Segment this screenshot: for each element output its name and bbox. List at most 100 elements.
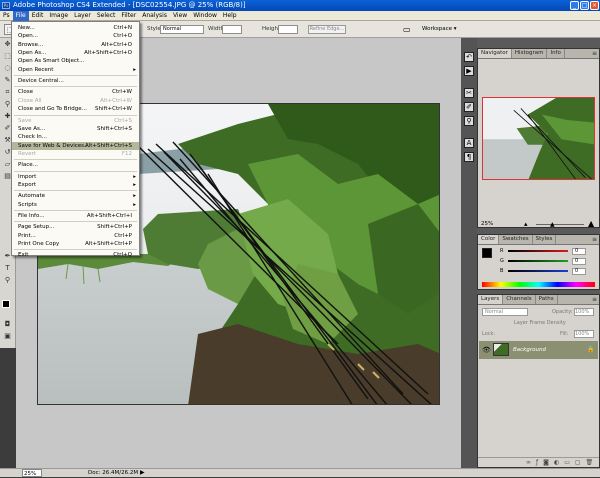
tab-histogram[interactable]: Histogram: [512, 49, 548, 58]
menu-item-print[interactable]: Print... Ctrl+P: [12, 232, 139, 240]
foreground-color-swatch[interactable]: [2, 300, 10, 308]
close-window-button[interactable]: ×: [590, 1, 599, 10]
quick-mask-icon[interactable]: ◘: [3, 320, 12, 329]
channel-g-value[interactable]: 0: [572, 258, 586, 265]
menu-item-close[interactable]: Close Ctrl+W: [12, 88, 139, 96]
zoom-in-icon[interactable]: ▲: [588, 219, 594, 228]
fill-field[interactable]: 100%: [574, 330, 594, 338]
panel-menu-icon[interactable]: ≡: [592, 50, 597, 58]
navigator-zoom-value[interactable]: 25%: [481, 221, 493, 227]
menu-item-automate[interactable]: Automate ▸: [12, 192, 139, 200]
menu-analysis[interactable]: Analysis: [139, 11, 170, 21]
history-panel-icon[interactable]: ↶: [464, 52, 474, 62]
menu-item-open-recent[interactable]: Open Recent ▸: [12, 66, 139, 74]
link-layers-icon[interactable]: ∞: [526, 459, 536, 466]
paragraph-panel-icon[interactable]: ¶: [464, 152, 474, 162]
menu-item-close-all[interactable]: Close All Alt+Ctrl+W: [12, 97, 139, 105]
zoom-tool-icon[interactable]: ⚲: [3, 276, 12, 285]
new-layer-icon[interactable]: ▢: [575, 459, 586, 466]
width-field[interactable]: [222, 25, 242, 34]
height-field[interactable]: [278, 25, 298, 34]
opacity-field[interactable]: 100%: [574, 308, 594, 316]
visibility-eye-icon[interactable]: 👁: [482, 346, 491, 354]
menu-item-page-setup[interactable]: Page Setup... Shift+Ctrl+P: [12, 223, 139, 231]
channel-r-value[interactable]: 0: [572, 248, 586, 255]
actions-panel-icon[interactable]: ▶: [464, 66, 474, 76]
channel-b-value[interactable]: 0: [572, 268, 586, 275]
menu-item-close-and-go-to-bridge[interactable]: Close and Go To Bridge... Shift+Ctrl+W: [12, 105, 139, 113]
menu-window[interactable]: Window: [190, 11, 220, 21]
menu-item-save-for-web-devices[interactable]: Save for Web & Devices... Alt+Shift+Ctrl+…: [12, 141, 139, 150]
status-zoom-field[interactable]: 25%: [22, 469, 42, 477]
menu-file[interactable]: File: [12, 11, 29, 21]
menu-item-export[interactable]: Export ▸: [12, 181, 139, 189]
channel-r-slider[interactable]: [508, 250, 568, 252]
menu-item-print-one-copy[interactable]: Print One Copy Alt+Shift+Ctrl+P: [12, 240, 139, 248]
menu-item-open-as[interactable]: Open As... Alt+Shift+Ctrl+O: [12, 49, 139, 57]
zoom-out-icon[interactable]: ▴: [524, 220, 528, 228]
menu-view[interactable]: View: [170, 11, 190, 21]
palette-well-icon[interactable]: ▭: [403, 25, 411, 34]
menu-select[interactable]: Select: [94, 11, 119, 21]
menu-edit[interactable]: Edit: [29, 11, 47, 21]
status-menu-arrow-icon[interactable]: ▶: [140, 469, 145, 477]
type-tool-icon[interactable]: T: [3, 264, 12, 273]
minimize-button[interactable]: _: [570, 1, 579, 10]
tab-info[interactable]: Info: [547, 49, 565, 58]
navigator-thumbnail[interactable]: [482, 97, 595, 180]
menu-item-revert[interactable]: Revert F12: [12, 150, 139, 158]
menu-item-file-info[interactable]: File Info... Alt+Shift+Ctrl+I: [12, 212, 139, 220]
channel-b-slider[interactable]: [508, 270, 568, 272]
style-dropdown[interactable]: Normal: [160, 25, 204, 34]
navigator-panel: Navigator Histogram Info ≡ 25% ▴ ▲ ▲: [477, 48, 600, 228]
menu-layer[interactable]: Layer: [71, 11, 94, 21]
tab-color[interactable]: Color: [478, 235, 500, 244]
tab-swatches[interactable]: Swatches: [499, 235, 533, 244]
menu-item-exit[interactable]: Exit Ctrl+Q: [12, 251, 139, 259]
menu-item-save[interactable]: Save Ctrl+S: [12, 117, 139, 125]
menu-item-open-as-smart-object[interactable]: Open As Smart Object...: [12, 57, 139, 65]
menu-item-open[interactable]: Open... Ctrl+O: [12, 32, 139, 40]
add-mask-icon[interactable]: ◙: [543, 459, 554, 466]
channel-g-slider[interactable]: [508, 260, 568, 262]
tab-navigator[interactable]: Navigator: [478, 49, 512, 58]
ps-logo-menu[interactable]: Ps: [0, 11, 13, 21]
menu-item-check-in[interactable]: Check In...: [12, 133, 139, 141]
refine-edge-button[interactable]: Refine Edge...: [308, 25, 346, 34]
maximize-button[interactable]: □: [580, 1, 589, 10]
menu-item-new[interactable]: New... Ctrl+N: [12, 24, 139, 32]
tab-paths[interactable]: Paths: [536, 295, 558, 304]
tab-channels[interactable]: Channels: [503, 295, 536, 304]
menu-item-import[interactable]: Import ▸: [12, 173, 139, 181]
document-size-info[interactable]: Doc: 26.4M/26.2M: [88, 469, 138, 477]
workspace-menu[interactable]: Workspace ▾: [422, 26, 457, 32]
clone-source-icon[interactable]: ⚲: [464, 116, 474, 126]
zoom-slider-thumb[interactable]: ▲: [550, 221, 555, 228]
panel-menu-icon[interactable]: ≡: [592, 236, 597, 244]
screen-mode-icon[interactable]: ▣: [3, 332, 12, 341]
menu-item-place[interactable]: Place...: [12, 161, 139, 169]
delete-layer-icon[interactable]: 🗑: [586, 459, 599, 466]
character-panel-icon[interactable]: A: [464, 138, 474, 148]
layer-name[interactable]: Background: [513, 347, 546, 353]
navigator-zoom-slider[interactable]: [536, 224, 584, 225]
submenu-arrow-icon: ▸: [133, 66, 136, 73]
tab-layers[interactable]: Layers: [478, 295, 504, 304]
panel-menu-icon[interactable]: ≡: [592, 296, 597, 304]
menu-item-save-as[interactable]: Save As... Shift+Ctrl+S: [12, 125, 139, 133]
new-group-icon[interactable]: ▭: [564, 459, 575, 466]
color-spectrum-bar[interactable]: [482, 282, 595, 287]
menu-item-device-central[interactable]: Device Central...: [12, 77, 139, 85]
menu-item-browse[interactable]: Browse... Alt+Ctrl+O: [12, 41, 139, 49]
foreground-swatch[interactable]: [482, 248, 492, 258]
menu-item-scripts[interactable]: Scripts ▸: [12, 201, 139, 209]
menu-image[interactable]: Image: [46, 11, 71, 21]
tab-styles[interactable]: Styles: [533, 235, 557, 244]
brushes-panel-icon[interactable]: ✐: [464, 102, 474, 112]
layer-row-background[interactable]: 👁 Background 🔒: [479, 341, 598, 359]
adjustment-layer-icon[interactable]: ◐: [554, 459, 564, 466]
blend-mode-dropdown[interactable]: Normal: [482, 308, 528, 316]
menu-filter[interactable]: Filter: [118, 11, 139, 21]
menu-help[interactable]: Help: [220, 11, 240, 21]
tool-presets-icon[interactable]: ✂: [464, 88, 474, 98]
